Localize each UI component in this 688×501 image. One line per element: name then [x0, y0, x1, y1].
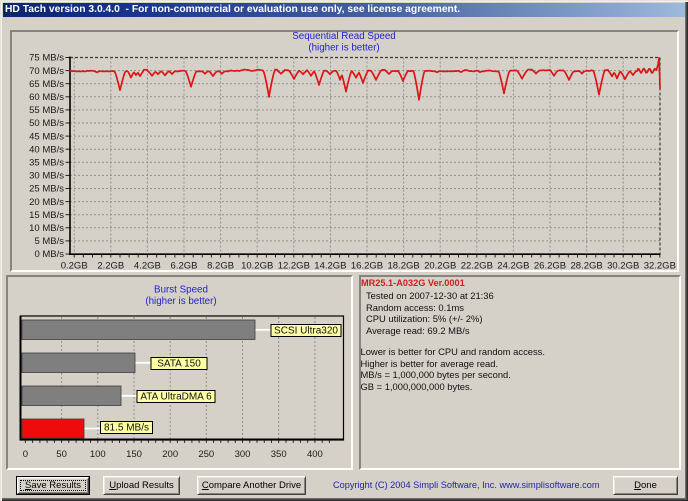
svg-text:SCSI Ultra320: SCSI Ultra320: [274, 326, 338, 337]
svg-text:0: 0: [23, 449, 28, 460]
svg-text:24.2GB: 24.2GB: [497, 261, 529, 272]
svg-text:SATA 150: SATA 150: [157, 359, 201, 370]
svg-text:200: 200: [162, 449, 178, 460]
svg-text:30 MB/s: 30 MB/s: [29, 171, 64, 182]
svg-text:0 MB/s: 0 MB/s: [34, 249, 64, 260]
svg-text:70 MB/s: 70 MB/s: [29, 66, 64, 77]
svg-text:ATA UltraDMA 6: ATA UltraDMA 6: [140, 392, 212, 403]
svg-text:18.2GB: 18.2GB: [387, 261, 419, 272]
svg-text:Sequential Read Speed: Sequential Read Speed: [292, 31, 396, 42]
svg-text:81.5 MB/s: 81.5 MB/s: [104, 423, 149, 434]
svg-text:22.2GB: 22.2GB: [461, 261, 493, 272]
svg-text:32.2GB: 32.2GB: [644, 261, 676, 272]
svg-text:45 MB/s: 45 MB/s: [29, 131, 64, 142]
svg-text:(higher is better): (higher is better): [308, 43, 379, 54]
svg-text:6.2GB: 6.2GB: [171, 261, 198, 272]
svg-text:150: 150: [126, 449, 142, 460]
svg-text:300: 300: [235, 449, 251, 460]
svg-text:28.2GB: 28.2GB: [570, 261, 602, 272]
svg-text:16.2GB: 16.2GB: [351, 261, 383, 272]
svg-text:26.2GB: 26.2GB: [534, 261, 566, 272]
svg-text:0.2GB: 0.2GB: [61, 261, 88, 272]
svg-text:14.2GB: 14.2GB: [314, 261, 346, 272]
svg-text:50 MB/s: 50 MB/s: [29, 118, 64, 129]
svg-text:60 MB/s: 60 MB/s: [29, 92, 64, 103]
svg-text:250: 250: [198, 449, 214, 460]
svg-text:65 MB/s: 65 MB/s: [29, 79, 64, 90]
svg-text:100: 100: [90, 449, 106, 460]
svg-text:35 MB/s: 35 MB/s: [29, 158, 64, 169]
svg-text:30.2GB: 30.2GB: [607, 261, 639, 272]
svg-text:40 MB/s: 40 MB/s: [29, 144, 64, 155]
svg-text:20 MB/s: 20 MB/s: [29, 197, 64, 208]
svg-text:10 MB/s: 10 MB/s: [29, 223, 64, 234]
svg-text:350: 350: [271, 449, 287, 460]
svg-text:5 MB/s: 5 MB/s: [34, 236, 64, 247]
svg-text:4.2GB: 4.2GB: [134, 261, 161, 272]
svg-text:12.2GB: 12.2GB: [278, 261, 310, 272]
svg-text:Burst Speed: Burst Speed: [154, 285, 208, 296]
svg-text:400: 400: [307, 449, 323, 460]
svg-text:10.2GB: 10.2GB: [241, 261, 273, 272]
svg-text:15 MB/s: 15 MB/s: [29, 210, 64, 221]
svg-text:75 MB/s: 75 MB/s: [29, 53, 64, 64]
svg-text:50: 50: [56, 449, 67, 460]
svg-text:(higher is better): (higher is better): [145, 296, 216, 307]
svg-text:8.2GB: 8.2GB: [207, 261, 234, 272]
svg-text:25 MB/s: 25 MB/s: [29, 184, 64, 195]
svg-text:2.2GB: 2.2GB: [97, 261, 124, 272]
svg-text:20.2GB: 20.2GB: [424, 261, 456, 272]
svg-text:55 MB/s: 55 MB/s: [29, 105, 64, 116]
